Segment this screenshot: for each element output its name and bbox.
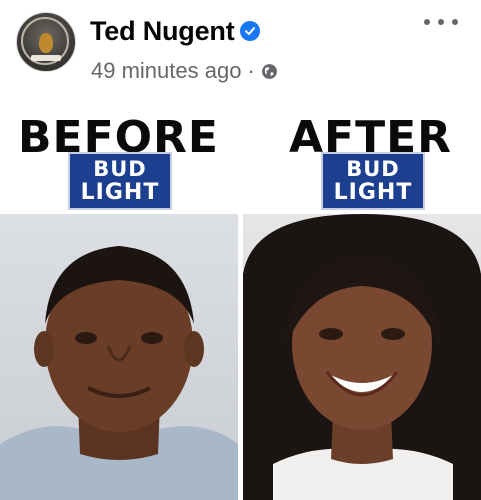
bud-light-logo-right: BUD LIGHT	[321, 152, 425, 210]
more-options-button[interactable]	[424, 12, 458, 32]
before-portrait	[0, 246, 238, 500]
more-dot-icon	[452, 19, 458, 25]
author-row: Ted Nugent	[90, 14, 261, 48]
logo-line1: BUD	[93, 156, 147, 181]
avatar-banner	[31, 55, 61, 61]
globe-icon	[261, 63, 277, 79]
author-avatar[interactable]	[16, 12, 76, 72]
post-header: Ted Nugent 49 minutes ago ·	[0, 0, 481, 104]
after-portrait	[243, 214, 481, 500]
verified-badge-icon	[240, 21, 261, 41]
more-dot-icon	[424, 19, 430, 25]
before-photo	[0, 214, 238, 500]
meta-separator: ·	[247, 58, 255, 83]
after-photo	[243, 214, 481, 500]
author-name[interactable]: Ted Nugent	[90, 16, 235, 47]
bud-light-logo-left: BUD LIGHT	[68, 152, 172, 210]
logo-line1: BUD	[346, 156, 400, 181]
post-meta: 49 minutes ago ·	[91, 58, 278, 84]
post-timestamp[interactable]: 49 minutes ago	[91, 58, 241, 84]
post-image[interactable]: BEFORE AFTER BUD LIGHT BUD LIGHT	[0, 104, 481, 500]
avatar-guitar-shape	[39, 33, 53, 53]
more-dot-icon	[438, 19, 444, 25]
logo-line2: LIGHT	[333, 179, 413, 205]
logo-line2: LIGHT	[80, 179, 160, 205]
